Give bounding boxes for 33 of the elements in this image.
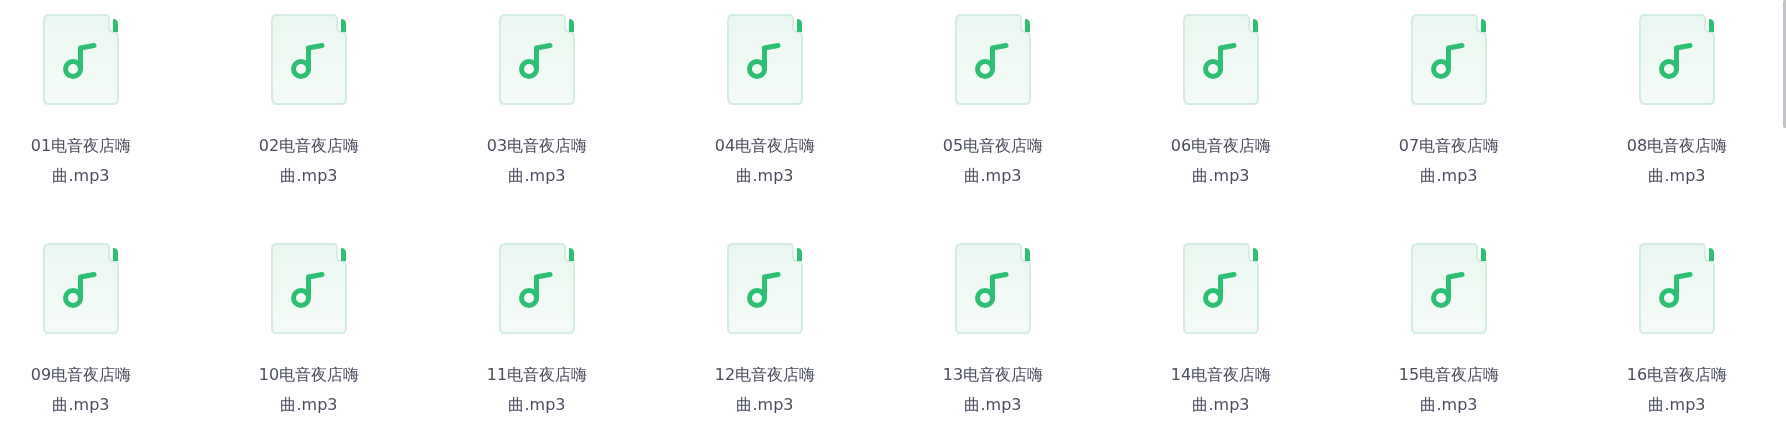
- file-name[interactable]: 10电音夜店嗨曲.mp3: [253, 360, 365, 420]
- music-file-icon[interactable]: [727, 14, 803, 105]
- music-file-icon[interactable]: [1411, 243, 1487, 334]
- music-file-icon[interactable]: [271, 14, 347, 105]
- file-name[interactable]: 08电音夜店嗨曲.mp3: [1621, 131, 1733, 191]
- file-name[interactable]: 07电音夜店嗨曲.mp3: [1393, 131, 1505, 191]
- file-name[interactable]: 09电音夜店嗨曲.mp3: [25, 360, 137, 420]
- file-name[interactable]: 16电音夜店嗨曲.mp3: [1621, 360, 1733, 420]
- music-file-icon[interactable]: [955, 243, 1031, 334]
- file-name[interactable]: 02电音夜店嗨曲.mp3: [253, 131, 365, 191]
- music-file-icon[interactable]: [1183, 243, 1259, 334]
- file-name[interactable]: 01电音夜店嗨曲.mp3: [25, 131, 137, 191]
- file-name[interactable]: 06电音夜店嗨曲.mp3: [1165, 131, 1277, 191]
- music-file-icon[interactable]: [1639, 14, 1715, 105]
- music-file-icon[interactable]: [1411, 14, 1487, 105]
- music-file-icon[interactable]: [43, 14, 119, 105]
- music-file-icon[interactable]: [727, 243, 803, 334]
- music-file-icon[interactable]: [1639, 243, 1715, 334]
- file-name[interactable]: 05电音夜店嗨曲.mp3: [937, 131, 1049, 191]
- file-name[interactable]: 12电音夜店嗨曲.mp3: [709, 360, 821, 420]
- file-name[interactable]: 03电音夜店嗨曲.mp3: [481, 131, 593, 191]
- file-name[interactable]: 15电音夜店嗨曲.mp3: [1393, 360, 1505, 420]
- file-name[interactable]: 14电音夜店嗨曲.mp3: [1165, 360, 1277, 420]
- music-file-icon[interactable]: [499, 243, 575, 334]
- music-file-icon[interactable]: [955, 14, 1031, 105]
- music-file-icon[interactable]: [499, 14, 575, 105]
- music-file-icon[interactable]: [1183, 14, 1259, 105]
- music-file-icon[interactable]: [43, 243, 119, 334]
- file-name[interactable]: 13电音夜店嗨曲.mp3: [937, 360, 1049, 420]
- music-file-icon[interactable]: [271, 243, 347, 334]
- scrollbar[interactable]: [1783, 0, 1786, 128]
- file-name[interactable]: 11电音夜店嗨曲.mp3: [481, 360, 593, 420]
- file-name[interactable]: 04电音夜店嗨曲.mp3: [709, 131, 821, 191]
